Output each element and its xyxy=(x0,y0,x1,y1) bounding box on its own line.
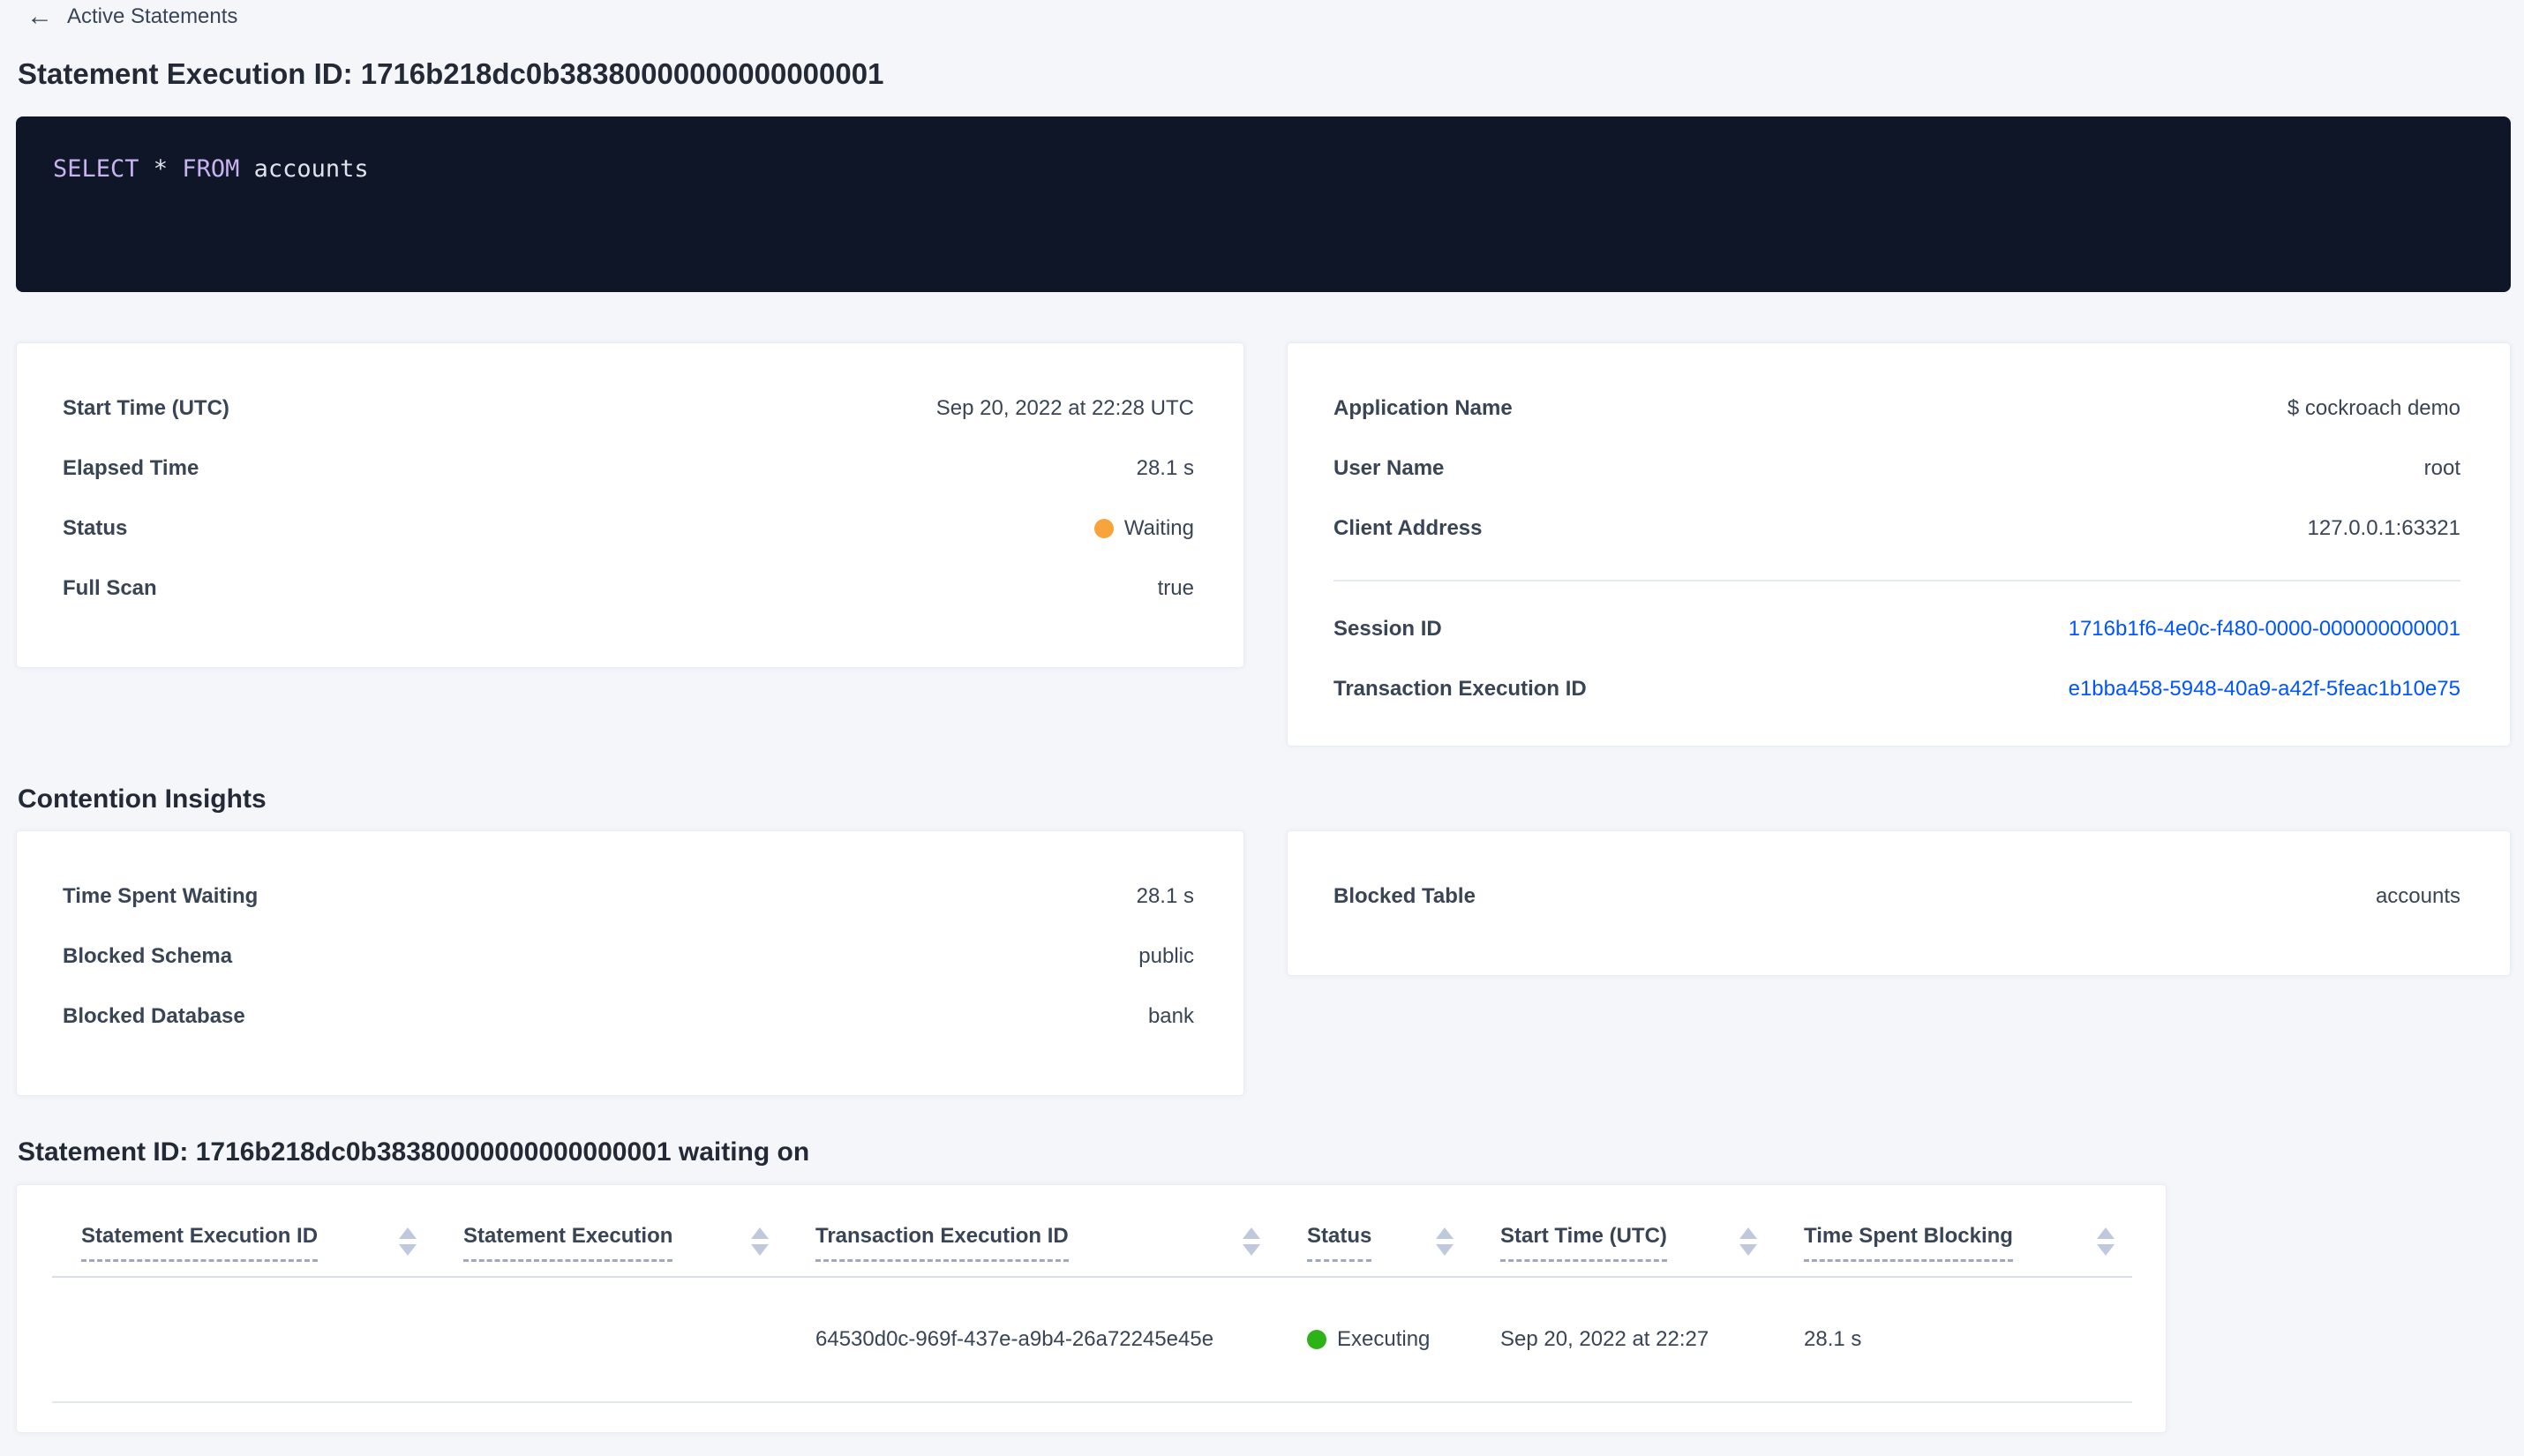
time-spent-blocking-header-label[interactable]: Time Spent Blocking xyxy=(1804,1224,2013,1262)
status-executing-dot-icon xyxy=(1307,1330,1326,1349)
sql-star: * xyxy=(153,155,183,183)
cell-statement-execution xyxy=(434,1277,786,1403)
sort-icon[interactable] xyxy=(2097,1224,2115,1256)
session-summary-card: Application Name $ cockroach demo User N… xyxy=(1287,342,2511,747)
card-divider xyxy=(1333,580,2460,582)
contention-insights-heading: Contention Insights xyxy=(18,784,267,814)
application-name-value: $ cockroach demo xyxy=(2287,396,2460,420)
waiting-on-table: Statement Execution ID Statement Executi… xyxy=(52,1185,2132,1403)
column-header-time-spent-blocking: Time Spent Blocking xyxy=(1775,1185,2132,1278)
table-row: 64530d0c-969f-437e-a9b4-26a72245e45e Exe… xyxy=(52,1277,2132,1403)
summary-cards-row: Start Time (UTC) Sep 20, 2022 at 22:28 U… xyxy=(16,342,2511,747)
transaction-execution-id-label: Transaction Execution ID xyxy=(1333,677,1587,701)
session-id-link[interactable]: 1716b1f6-4e0c-f480-0000-000000000001 xyxy=(2069,617,2460,642)
waiting-on-table-card: Statement Execution ID Statement Executi… xyxy=(16,1184,2167,1433)
cell-time-spent-blocking: 28.1 s xyxy=(1775,1277,2132,1403)
sql-table-name: accounts xyxy=(253,155,369,183)
time-spent-waiting-label: Time Spent Waiting xyxy=(63,884,259,908)
full-scan-row: Full Scan true xyxy=(63,559,1194,619)
blocked-schema-value: public xyxy=(1138,944,1194,968)
transaction-execution-id-header-label[interactable]: Transaction Execution ID xyxy=(815,1224,1069,1262)
sort-icon[interactable] xyxy=(399,1224,417,1256)
client-address-label: Client Address xyxy=(1333,516,1483,540)
blocked-table-label: Blocked Table xyxy=(1333,884,1476,908)
full-scan-label: Full Scan xyxy=(63,576,157,600)
session-id-row: Session ID 1716b1f6-4e0c-f480-0000-00000… xyxy=(1333,599,2460,659)
cell-start-time: Sep 20, 2022 at 22:27 xyxy=(1471,1277,1775,1403)
start-time-row: Start Time (UTC) Sep 20, 2022 at 22:28 U… xyxy=(63,379,1194,439)
sort-icon[interactable] xyxy=(1436,1224,1454,1256)
status-header-label[interactable]: Status xyxy=(1307,1224,1372,1262)
sql-statement-text: SELECT * FROM accounts xyxy=(53,155,2474,183)
application-name-label: Application Name xyxy=(1333,396,1513,420)
cell-status: Executing xyxy=(1278,1277,1471,1403)
back-to-active-statements-link[interactable]: ← Active Statements xyxy=(26,4,237,30)
session-id-label: Session ID xyxy=(1333,617,1442,641)
contention-right-card: Blocked Table accounts xyxy=(1287,830,2511,976)
cell-transaction-execution-id: 64530d0c-969f-437e-a9b4-26a72245e45e xyxy=(786,1277,1278,1403)
start-time-value: Sep 20, 2022 at 22:28 UTC xyxy=(935,396,1194,420)
contention-cards-row: Time Spent Waiting 28.1 s Blocked Schema… xyxy=(16,830,2511,1096)
status-waiting-dot-icon xyxy=(1093,519,1114,538)
blocked-database-value: bank xyxy=(1147,1004,1194,1028)
transaction-execution-id-row: Transaction Execution ID e1bba458-5948-4… xyxy=(1333,659,2460,719)
blocked-table-row: Blocked Table accounts xyxy=(1333,867,2460,927)
sort-icon[interactable] xyxy=(1739,1224,1757,1256)
cell-statement-execution-id xyxy=(52,1277,434,1403)
column-header-status: Status xyxy=(1278,1185,1471,1278)
column-header-start-time: Start Time (UTC) xyxy=(1471,1185,1775,1278)
execution-summary-card: Start Time (UTC) Sep 20, 2022 at 22:28 U… xyxy=(16,342,1244,668)
user-name-row: User Name root xyxy=(1333,439,2460,499)
sort-icon[interactable] xyxy=(1243,1224,1260,1256)
status-row: Status Waiting xyxy=(63,499,1194,559)
user-name-label: User Name xyxy=(1333,456,1445,480)
blocked-database-row: Blocked Database bank xyxy=(63,987,1194,1047)
status-value: Waiting xyxy=(1093,516,1194,541)
blocked-schema-label: Blocked Schema xyxy=(63,944,233,968)
application-name-row: Application Name $ cockroach demo xyxy=(1333,379,2460,439)
statement-execution-details-page: ← Active Statements Statement Execution … xyxy=(0,0,2524,1433)
sql-statement-box: SELECT * FROM accounts xyxy=(16,116,2511,292)
transaction-execution-id-link[interactable]: e1bba458-5948-40a9-a42f-5feac1b10e75 xyxy=(2069,677,2460,702)
column-header-statement-execution-id: Statement Execution ID xyxy=(52,1185,434,1278)
elapsed-time-label: Elapsed Time xyxy=(63,456,199,480)
table-header-row: Statement Execution ID Statement Executi… xyxy=(52,1185,2132,1278)
start-time-label: Start Time (UTC) xyxy=(63,396,229,420)
client-address-value: 127.0.0.1:63321 xyxy=(2307,516,2461,540)
user-name-value: root xyxy=(2423,456,2460,480)
sql-keyword-select: SELECT xyxy=(53,155,154,183)
time-spent-waiting-value: 28.1 s xyxy=(1136,884,1194,908)
waiting-on-heading: Statement ID: 1716b218dc0b38380000000000… xyxy=(18,1137,810,1167)
arrow-left-icon: ← xyxy=(26,2,53,31)
start-time-header-label[interactable]: Start Time (UTC) xyxy=(1500,1224,1667,1262)
blocked-schema-row: Blocked Schema public xyxy=(63,927,1194,987)
back-link-label: Active Statements xyxy=(67,4,238,28)
status-executing-text: Executing xyxy=(1337,1327,1431,1351)
sort-icon[interactable] xyxy=(751,1224,769,1256)
column-header-statement-execution: Statement Execution xyxy=(434,1185,786,1278)
statement-execution-header-label[interactable]: Statement Execution xyxy=(463,1224,673,1262)
full-scan-value: true xyxy=(1157,576,1194,600)
contention-left-card: Time Spent Waiting 28.1 s Blocked Schema… xyxy=(16,830,1244,1096)
sql-keyword-from: FROM xyxy=(182,155,254,183)
elapsed-time-row: Elapsed Time 28.1 s xyxy=(63,439,1194,499)
status-label: Status xyxy=(63,516,128,540)
time-spent-waiting-row: Time Spent Waiting 28.1 s xyxy=(63,867,1194,927)
status-waiting-text: Waiting xyxy=(1123,516,1194,540)
page-title: Statement Execution ID: 1716b218dc0b3838… xyxy=(18,57,884,90)
blocked-database-label: Blocked Database xyxy=(63,1004,245,1028)
client-address-row: Client Address 127.0.0.1:63321 xyxy=(1333,499,2460,559)
blocked-table-value: accounts xyxy=(2375,884,2460,908)
elapsed-time-value: 28.1 s xyxy=(1136,456,1194,480)
column-header-transaction-execution-id: Transaction Execution ID xyxy=(786,1185,1278,1278)
statement-execution-id-header-label[interactable]: Statement Execution ID xyxy=(81,1224,319,1262)
